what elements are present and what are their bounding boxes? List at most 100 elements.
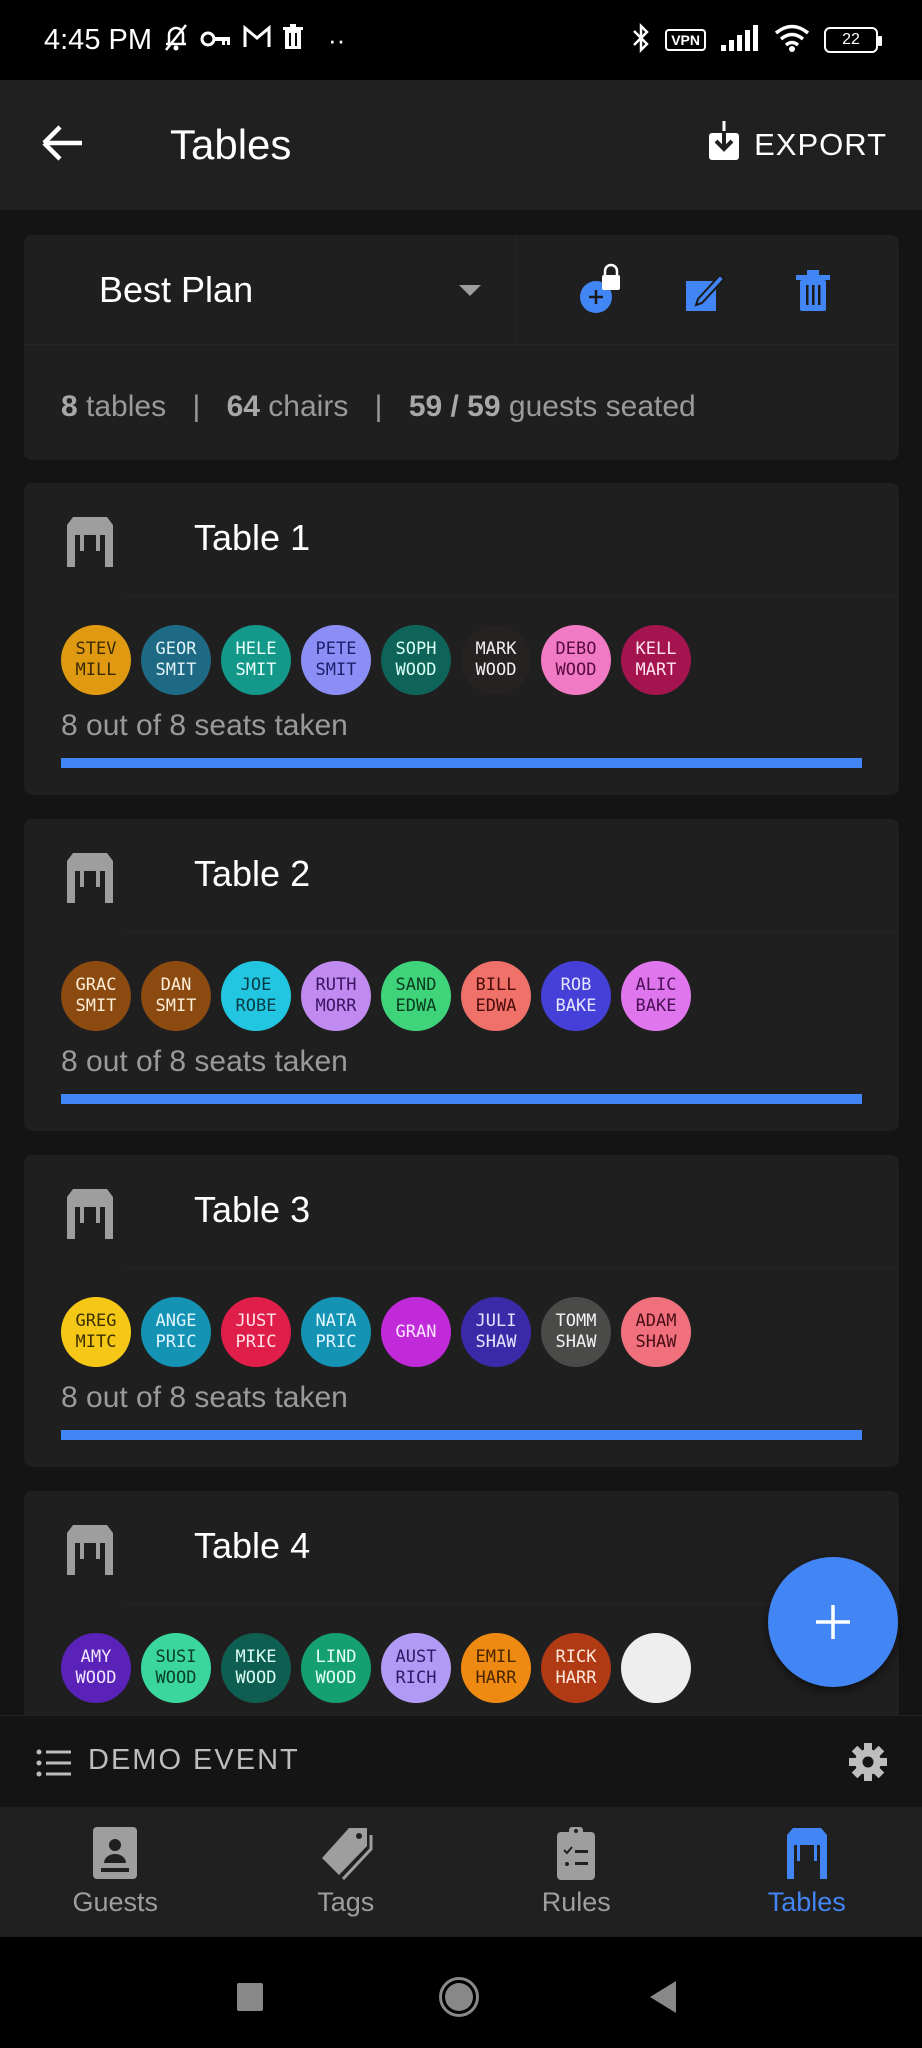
guest-chip[interactable]: DAN SMIT <box>141 961 211 1031</box>
edit-icon <box>686 273 726 311</box>
table-icon <box>61 515 119 572</box>
guest-chip[interactable]: JOE ROBE <box>221 961 291 1031</box>
add-plan-locked-button[interactable] <box>574 263 630 319</box>
guest-chip[interactable]: EMIL HARR <box>461 1633 531 1703</box>
table-icon <box>61 1523 119 1580</box>
table-card[interactable]: Table 3 GREG MITC ANGE PRIC JUST PRIC NATA P… <box>24 1155 899 1467</box>
guest-chip[interactable]: AMY WOOD <box>61 1633 131 1703</box>
guest-chip[interactable]: BILL EDWA <box>461 961 531 1031</box>
key-icon <box>200 25 232 56</box>
event-bar[interactable]: DEMO EVENT <box>0 1715 922 1807</box>
guest-chip[interactable]: JUST PRIC <box>221 1297 291 1367</box>
status-bar: 4:45 PM ·· VPN 22 <box>0 0 922 80</box>
settings-gear-icon[interactable] <box>848 1742 888 1787</box>
system-back-icon[interactable] <box>650 1981 676 2013</box>
system-nav-bar <box>0 1937 922 2048</box>
plus-icon <box>816 1605 850 1639</box>
edit-plan-button[interactable] <box>676 263 732 319</box>
guest-chip[interactable]: AUST RICH <box>381 1633 451 1703</box>
contact-card-icon <box>93 1827 138 1879</box>
guest-chip[interactable]: KELL MART <box>621 625 691 695</box>
tags-icon <box>321 1828 373 1881</box>
guest-chip[interactable]: ROB BAKE <box>541 961 611 1031</box>
guest-chip[interactable]: SAND EDWA <box>381 961 451 1031</box>
gmail-icon <box>242 24 272 56</box>
nav-tables[interactable]: Tables <box>692 1807 922 1937</box>
download-icon <box>708 121 740 169</box>
table-card-header[interactable]: Table 2 <box>24 819 899 931</box>
guest-chip[interactable]: RICK HARR <box>541 1633 611 1703</box>
guest-chip[interactable]: ADAM SHAW <box>621 1297 691 1367</box>
trash-notification-icon <box>282 23 304 57</box>
guest-chip[interactable]: HELE SMIT <box>221 625 291 695</box>
guest-chip[interactable]: NATA PRIC <box>301 1297 371 1367</box>
tables-list[interactable]: Best Plan 8 tables | 64 chairs | 59 / 59… <box>0 210 922 1715</box>
page-title: Tables <box>170 121 292 168</box>
vpn-icon: VPN <box>665 29 706 51</box>
guest-chip[interactable]: PETE SMIT <box>301 625 371 695</box>
divider <box>124 1267 899 1268</box>
table-card[interactable]: Table 4 AMY WOOD SUSI WOOD MIKE WOOD LIND WO… <box>24 1491 899 1715</box>
status-time: 4:45 PM <box>44 23 152 56</box>
table-card[interactable]: Table 2 GRAC SMIT DAN SMIT JOE ROBE RUTH MOR… <box>24 819 899 1131</box>
table-card[interactable]: Table 1 STEV MILL GEOR SMIT HELE SMIT PETE S… <box>24 483 899 795</box>
seats-progress-bar <box>61 1430 862 1440</box>
guest-chip[interactable]: MARK WOOD <box>461 625 531 695</box>
clipboard-checklist-icon <box>557 1827 596 1880</box>
table-icon <box>61 1187 119 1244</box>
caret-down-icon <box>459 285 481 296</box>
plan-card: Best Plan 8 tables | 64 chairs | 59 / 59… <box>24 235 899 460</box>
seats-progress-bar <box>61 1094 862 1104</box>
nav-tags[interactable]: Tags <box>231 1807 462 1937</box>
bottom-nav: Guests Tags Rules Tables <box>0 1807 922 1937</box>
add-circle-lock-icon <box>580 263 620 313</box>
guest-chips: GREG MITC ANGE PRIC JUST PRIC NATA PRIC GRAN… <box>61 1297 691 1367</box>
guest-chip[interactable]: GRAN <box>381 1297 451 1367</box>
battery-icon: 22 <box>824 27 882 53</box>
seats-taken-text: 8 out of 8 seats taken <box>61 1045 348 1078</box>
table-name: Table 4 <box>194 1525 311 1566</box>
guest-chip[interactable]: ALIC BAKE <box>621 961 691 1031</box>
bluetooth-icon <box>631 22 651 59</box>
trash-icon <box>796 270 830 311</box>
guest-chip[interactable]: ANGE PRIC <box>141 1297 211 1367</box>
table-name: Table 1 <box>194 517 311 558</box>
list-menu-icon[interactable] <box>36 1749 72 1782</box>
event-name[interactable]: DEMO EVENT <box>88 1744 300 1777</box>
table-card-header[interactable]: Table 1 <box>24 483 899 595</box>
guest-chip[interactable]: SOPH WOOD <box>381 625 451 695</box>
guest-chip[interactable]: GRAC SMIT <box>61 961 131 1031</box>
plan-name: Best Plan <box>99 269 254 310</box>
delete-plan-button[interactable] <box>785 263 841 319</box>
seats-taken-text: 8 out of 8 seats taken <box>61 1381 348 1414</box>
guest-chip[interactable] <box>621 1633 691 1703</box>
add-table-button[interactable] <box>768 1557 898 1687</box>
export-button[interactable]: EXPORT <box>708 121 887 169</box>
table-name: Table 2 <box>194 853 311 894</box>
guest-chip[interactable]: DEBO WOOD <box>541 625 611 695</box>
divider <box>124 931 899 932</box>
table-card-header[interactable]: Table 3 <box>24 1155 899 1267</box>
table-icon <box>786 1828 827 1879</box>
guest-chip[interactable]: STEV MILL <box>61 625 131 695</box>
more-notifications-icon: ·· <box>328 24 346 55</box>
plan-dropdown[interactable]: Best Plan <box>24 235 516 345</box>
table-card-header[interactable]: Table 4 <box>24 1491 899 1603</box>
recent-apps-icon[interactable] <box>237 1983 263 2011</box>
home-icon[interactable] <box>439 1977 479 2017</box>
back-arrow-icon[interactable] <box>40 120 90 170</box>
guest-chip[interactable]: GREG MITC <box>61 1297 131 1367</box>
guest-chip[interactable]: LIND WOOD <box>301 1633 371 1703</box>
guest-chip[interactable]: JULI SHAW <box>461 1297 531 1367</box>
guest-chip[interactable]: MIKE WOOD <box>221 1633 291 1703</box>
chairs-count: 64 <box>226 390 260 423</box>
guest-chip[interactable]: TOMM SHAW <box>541 1297 611 1367</box>
guest-chip[interactable]: GEOR SMIT <box>141 625 211 695</box>
guest-chip[interactable]: RUTH MORR <box>301 961 371 1031</box>
guest-chip[interactable]: SUSI WOOD <box>141 1633 211 1703</box>
guests-seated-count: 59 / 59 <box>408 390 501 423</box>
plan-stats: 8 tables | 64 chairs | 59 / 59 guests se… <box>61 390 696 423</box>
nav-guests[interactable]: Guests <box>0 1807 231 1937</box>
nav-rules[interactable]: Rules <box>461 1807 692 1937</box>
seats-taken-text: 8 out of 8 seats taken <box>61 709 348 742</box>
